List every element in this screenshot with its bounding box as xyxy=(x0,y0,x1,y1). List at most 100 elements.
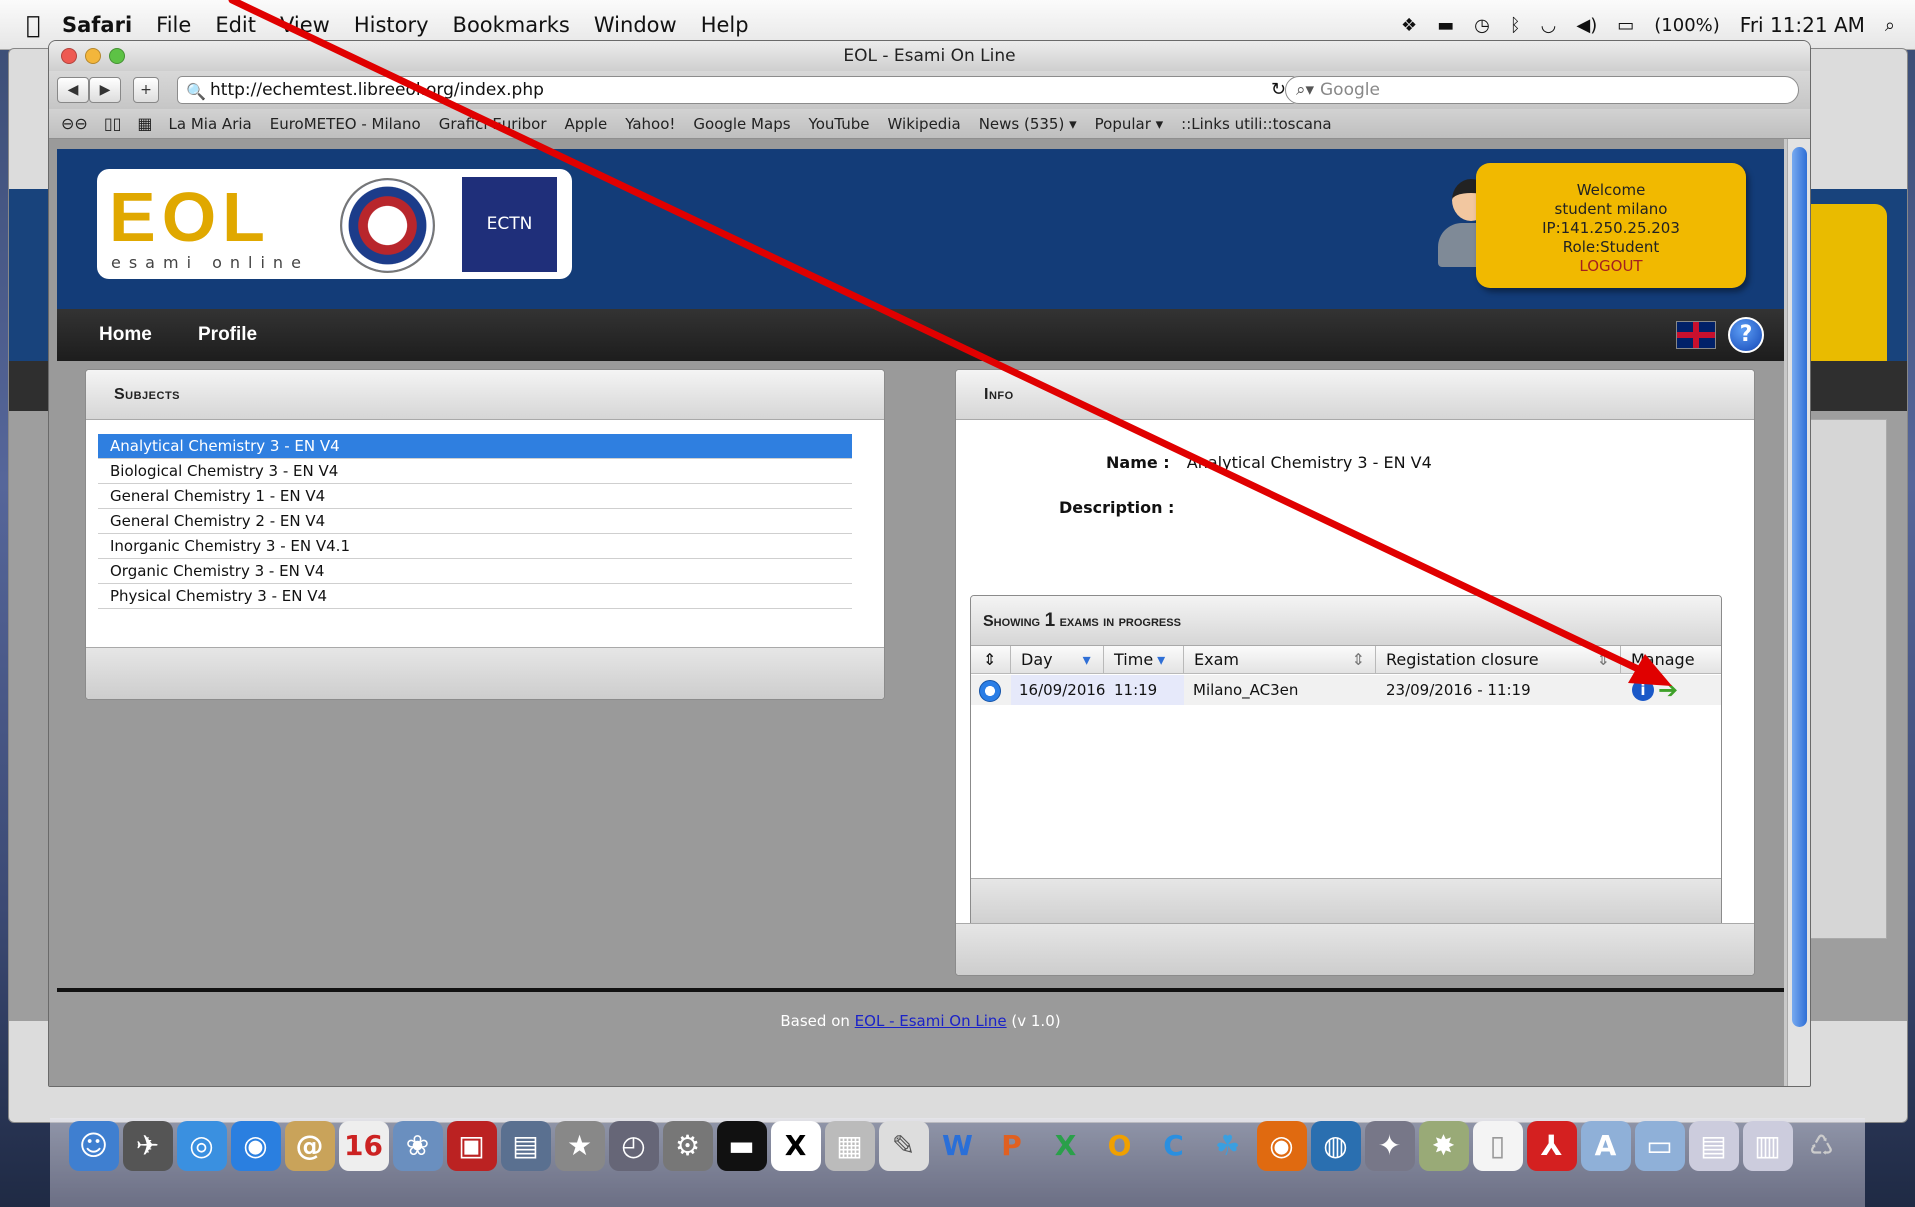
bookmark-item[interactable]: YouTube xyxy=(809,115,870,133)
menu-edit[interactable]: Edit xyxy=(215,13,256,37)
launchpad-icon[interactable]: ✈ xyxy=(122,1121,173,1171)
eol-logo: EOL xyxy=(109,178,271,256)
apple-menu-icon[interactable]:  xyxy=(26,11,62,39)
logout-link[interactable]: LOGOUT xyxy=(1476,257,1746,276)
network-icon[interactable]: ◍ xyxy=(1310,1121,1361,1171)
bookmark-item[interactable]: News (535) ▾ xyxy=(979,115,1077,133)
finder-icon[interactable]: ☺ xyxy=(68,1121,119,1171)
imovie-icon[interactable]: ★ xyxy=(554,1121,605,1171)
bookmark-item[interactable]: Grafici Euribor xyxy=(439,115,547,133)
menu-history[interactable]: History xyxy=(354,13,429,37)
spotlight-icon[interactable]: ⌕ xyxy=(1885,15,1895,36)
chrome-app-icon[interactable]: C xyxy=(1149,1121,1199,1171)
wifi-icon[interactable]: ◡ xyxy=(1541,15,1557,36)
subject-item[interactable]: General Chemistry 2 - EN V4 xyxy=(98,509,852,534)
nav-home[interactable]: Home xyxy=(99,309,152,361)
image-capture-icon[interactable]: ▤ xyxy=(500,1121,551,1171)
footer-link[interactable]: EOL - Esami On Line xyxy=(855,1012,1007,1030)
outlook-icon[interactable]: O xyxy=(1095,1121,1145,1171)
subject-item[interactable]: Physical Chemistry 3 - EN V4 xyxy=(98,584,852,609)
add-bookmark-button[interactable]: + xyxy=(133,77,159,103)
safari-icon[interactable]: ◎ xyxy=(176,1121,227,1171)
messages-icon[interactable]: ◉ xyxy=(230,1121,281,1171)
subject-item[interactable]: Inorganic Chemistry 3 - EN V4.1 xyxy=(98,534,852,559)
calculator-icon[interactable]: ▦ xyxy=(824,1121,875,1171)
reload-icon[interactable]: ↻ xyxy=(1271,77,1286,103)
applications-folder-icon[interactable]: A xyxy=(1580,1121,1631,1171)
battery-icon[interactable]: ▭ xyxy=(1617,15,1634,36)
calendar-icon[interactable]: 16 xyxy=(338,1121,389,1171)
photo-booth-icon[interactable]: ▣ xyxy=(446,1121,497,1171)
contacts-icon[interactable]: @ xyxy=(284,1121,335,1171)
subjects-panel: Subjects Analytical Chemistry 3 - EN V4 … xyxy=(85,369,885,700)
menu-app[interactable]: Safari xyxy=(62,13,132,37)
terminal-icon[interactable]: ▬ xyxy=(716,1121,767,1171)
bookmark-item[interactable]: La Mia Aria xyxy=(169,115,252,133)
column-header-closure[interactable]: Registation closure ⇕ xyxy=(1376,646,1621,674)
lync-icon[interactable]: ☘ xyxy=(1203,1121,1253,1171)
page-scrollbar[interactable] xyxy=(1787,139,1810,1086)
sort-column-header[interactable]: ⇕ xyxy=(971,646,1011,674)
minimize-window-button[interactable] xyxy=(85,48,101,64)
time-machine-dock-icon[interactable]: ◴ xyxy=(608,1121,659,1171)
screenshots-stack-icon[interactable]: ▤ xyxy=(1688,1121,1739,1171)
reader-icon[interactable]: ⊖⊖ xyxy=(61,114,88,133)
subject-item[interactable]: Analytical Chemistry 3 - EN V4 xyxy=(98,434,852,459)
book-icon[interactable]: ▯▯ xyxy=(104,114,122,133)
powerpoint-icon[interactable]: P xyxy=(987,1121,1037,1171)
table-row[interactable]: 16/09/2016 11:19 Milano_AC3en 23/09/2016… xyxy=(971,675,1721,705)
back-button[interactable]: ◀ xyxy=(57,77,89,103)
scrollbar-thumb[interactable] xyxy=(1792,147,1807,1027)
system-preferences-icon[interactable]: ⚙ xyxy=(662,1121,713,1171)
downloads-stack-icon[interactable]: ▥ xyxy=(1742,1121,1793,1171)
nav-profile[interactable]: Profile xyxy=(198,309,257,361)
bluetooth-icon[interactable]: ᛒ xyxy=(1510,15,1521,36)
address-bar[interactable]: 🔍 http://echemtest.libreeol.org/index.ph… xyxy=(177,76,1297,104)
bookmark-item[interactable]: Yahoo! xyxy=(625,115,675,133)
menu-view[interactable]: View xyxy=(280,13,330,37)
bookmark-item[interactable]: ::Links utili::toscana xyxy=(1181,115,1331,133)
acrobat-icon[interactable]: ⅄ xyxy=(1526,1121,1577,1171)
column-header-time[interactable]: Time ▾ xyxy=(1104,646,1184,674)
preview-icon[interactable]: ✎ xyxy=(878,1121,929,1171)
dropbox-icon[interactable]: ❖ xyxy=(1401,15,1417,36)
bug-icon[interactable]: ✸ xyxy=(1418,1121,1469,1171)
menu-bookmarks[interactable]: Bookmarks xyxy=(453,13,570,37)
bookmark-item[interactable]: Wikipedia xyxy=(888,115,961,133)
exams-table-title: Showing 1 exams in progress xyxy=(971,596,1721,646)
subject-item[interactable]: Organic Chemistry 3 - EN V4 xyxy=(98,559,852,584)
grid-icon[interactable]: ▦ xyxy=(137,114,152,133)
help-icon[interactable]: ? xyxy=(1728,317,1764,353)
subject-item[interactable]: Biological Chemistry 3 - EN V4 xyxy=(98,459,852,484)
bookmark-item[interactable]: Popular ▾ xyxy=(1095,115,1164,133)
bookmark-item[interactable]: Google Maps xyxy=(693,115,790,133)
word-icon[interactable]: W xyxy=(933,1121,983,1171)
enter-exam-arrow-icon[interactable]: ➔ xyxy=(1658,675,1678,705)
menu-window[interactable]: Window xyxy=(594,13,677,37)
subject-item[interactable]: General Chemistry 1 - EN V4 xyxy=(98,484,852,509)
excel-icon[interactable]: X xyxy=(1041,1121,1091,1171)
bookmark-item[interactable]: EuroMETEO - Milano xyxy=(270,115,421,133)
column-header-day[interactable]: Day ▾ xyxy=(1011,646,1104,674)
info-icon[interactable]: i xyxy=(1632,679,1654,701)
satellite-icon[interactable]: ✦ xyxy=(1364,1121,1415,1171)
x11-icon[interactable]: X xyxy=(770,1121,821,1171)
volume-icon[interactable]: ◀) xyxy=(1576,15,1597,36)
search-field[interactable]: ⌕▾ Google xyxy=(1285,76,1799,104)
zoom-window-button[interactable] xyxy=(109,48,125,64)
menu-file[interactable]: File xyxy=(156,13,191,37)
documents-folder-icon[interactable]: ▭ xyxy=(1634,1121,1685,1171)
english-flag-icon[interactable] xyxy=(1676,321,1716,349)
photos-icon[interactable]: ❀ xyxy=(392,1121,443,1171)
display-icon[interactable]: ▬ xyxy=(1437,15,1454,36)
forward-button[interactable]: ▶ xyxy=(89,77,121,103)
document-icon[interactable]: ▯ xyxy=(1472,1121,1523,1171)
column-header-exam[interactable]: Exam ⇕ xyxy=(1184,646,1376,674)
trash-icon[interactable]: ♺ xyxy=(1797,1121,1847,1171)
menu-help[interactable]: Help xyxy=(701,13,749,37)
clock[interactable]: Fri 11:21 AM xyxy=(1740,13,1865,37)
close-window-button[interactable] xyxy=(61,48,77,64)
firefox-icon[interactable]: ◉ xyxy=(1256,1121,1307,1171)
bookmark-item[interactable]: Apple xyxy=(565,115,608,133)
time-machine-icon[interactable]: ◷ xyxy=(1474,15,1490,36)
